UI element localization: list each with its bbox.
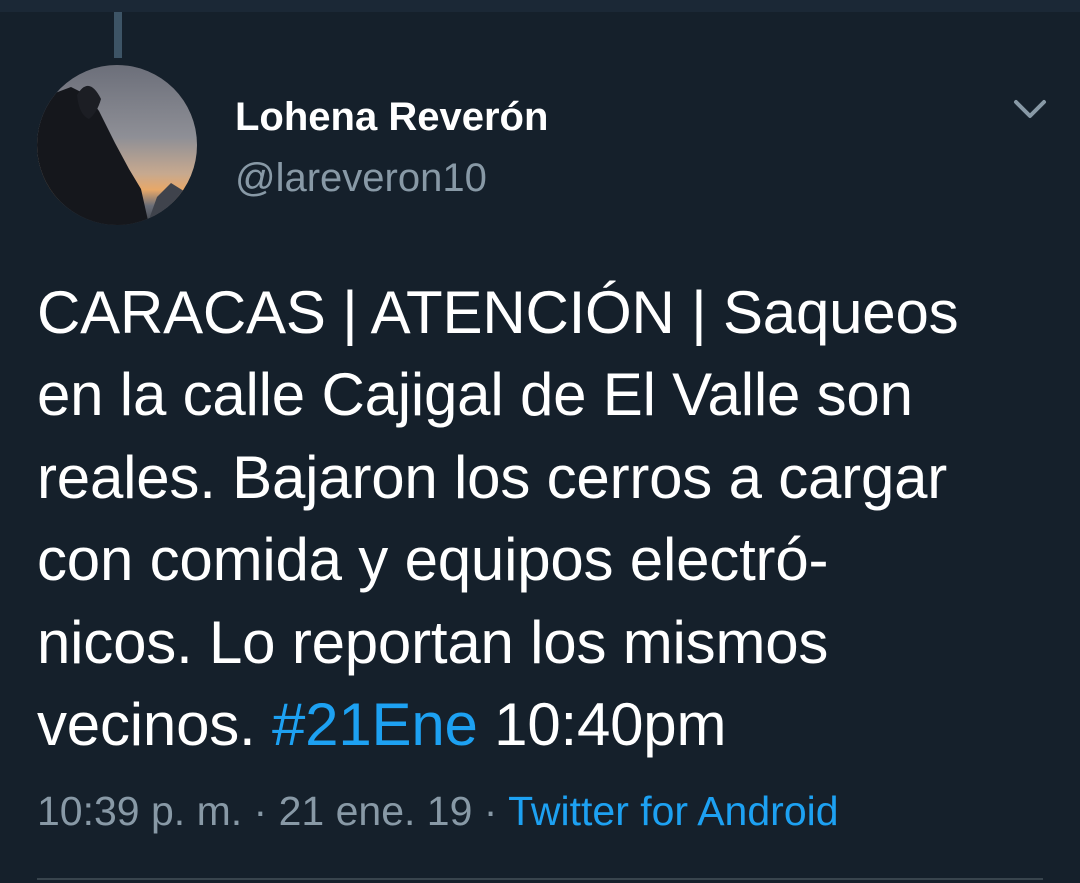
- avatar-image: [37, 65, 197, 225]
- avatar[interactable]: [37, 65, 197, 225]
- tweet-text-line: con comida y equipos electró-: [37, 526, 829, 594]
- tweet-text-line: nicos. Lo reportan los mismos: [37, 608, 829, 676]
- tweet-text: CARACAS | ATENCIÓN | Saqueos en la calle…: [37, 272, 1057, 766]
- author-handle[interactable]: @lareveron10: [235, 156, 487, 201]
- chevron-down-icon[interactable]: [1010, 94, 1050, 124]
- top-edge: [0, 0, 1080, 12]
- divider: [37, 878, 1043, 880]
- hashtag-link[interactable]: #21Ene: [272, 691, 478, 758]
- tweet-date[interactable]: 21 ene. 19: [279, 788, 473, 834]
- tweet-text-segment: 10:40pm: [494, 691, 727, 759]
- tweet-text-line: reales. Bajaron los cerros a cargar: [37, 443, 948, 511]
- tweet-text-line: CARACAS | ATENCIÓN | Saqueos: [37, 279, 959, 346]
- thread-connector-line: [114, 12, 122, 58]
- meta-separator: ·: [253, 788, 268, 834]
- tweet-text-last-line: vecinos. #21Ene 10:40pm: [37, 684, 1057, 766]
- tweet-text-line: en la calle Cajigal de El Valle son: [37, 361, 913, 429]
- tweet-detail-view: Lohena Reverón @lareveron10 CARACAS | AT…: [0, 0, 1080, 883]
- author-name[interactable]: Lohena Reverón: [235, 95, 548, 140]
- tweet-source-link[interactable]: Twitter for Android: [508, 788, 838, 834]
- meta-separator: ·: [483, 788, 498, 834]
- tweet-metadata: 10:39 p. m. · 21 ene. 19 · Twitter for A…: [37, 788, 839, 835]
- tweet-time[interactable]: 10:39 p. m.: [37, 788, 242, 834]
- tweet-text-segment: vecinos.: [37, 691, 256, 759]
